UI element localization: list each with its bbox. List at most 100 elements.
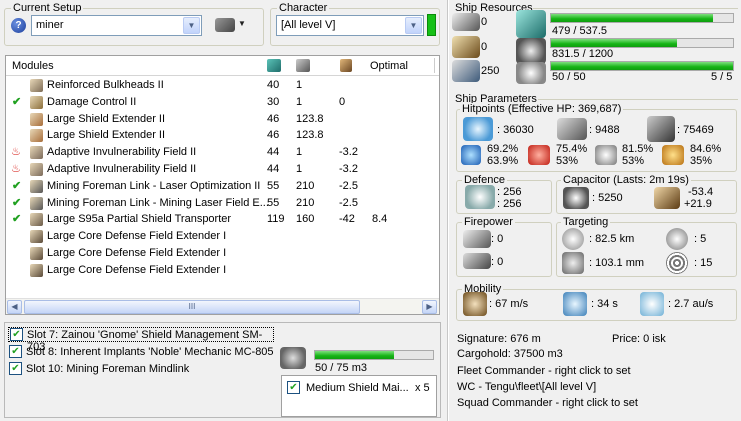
module-row[interactable]: Large Core Defense Field Extender I: [6, 245, 439, 262]
module-row[interactable]: Large Shield Extender II 46 123.8: [6, 127, 439, 144]
module-name: Large Core Defense Field Extender I: [47, 230, 227, 243]
implants-panel: ✔ Slot 7: Zainou 'Gnome' Shield Manageme…: [4, 322, 441, 418]
module-row[interactable]: Large Core Defense Field Extender I: [6, 228, 439, 245]
kinetic-resist-shield: 81.5%: [622, 143, 654, 155]
module-cpu: 40: [267, 79, 280, 91]
implant-checkbox[interactable]: ✔: [9, 345, 22, 358]
explosive-resist-armor: 35%: [690, 155, 713, 167]
scroll-thumb[interactable]: III: [24, 300, 360, 314]
module-cap: -3.2: [339, 163, 358, 175]
module-power: 123.8: [296, 112, 324, 125]
module-row[interactable]: ♨ Adaptive Invulnerability Field II 44 1 -3.…: [6, 161, 439, 178]
module-row[interactable]: ✔ Mining Foreman Link - Laser Optimizatio…: [6, 178, 439, 195]
module-cpu: 44: [267, 146, 280, 159]
overheat-fire-icon: ♨: [11, 163, 21, 175]
module-name: Large Core Defense Field Extender I: [47, 263, 227, 276]
squad-commander-text[interactable]: Squad Commander - right click to set: [457, 397, 638, 409]
character-select[interactable]: [All level V] ▼: [276, 15, 424, 36]
module-icon: [30, 179, 43, 193]
module-power: 210: [296, 196, 315, 209]
sensor-strength-icon: [666, 252, 688, 274]
modules-column-header[interactable]: Modules: [12, 60, 54, 72]
module-cap: -3.2: [339, 146, 358, 159]
overheat-fire-icon: ♨: [11, 146, 21, 159]
module-row[interactable]: ✔ Large S95a Partial Shield Transporter 11…: [6, 211, 439, 228]
cpu-icon: [516, 10, 546, 38]
kinetic-resist-armor: 53%: [622, 155, 645, 167]
drone-bandwidth-bar: [314, 350, 434, 360]
align-time: : 34 s: [591, 298, 618, 310]
modules-list[interactable]: Modules Optimal Reinforced Bulkheads II 4…: [5, 55, 440, 315]
chevron-down-icon[interactable]: ▼: [183, 17, 200, 34]
scroll-right-button[interactable]: ▶: [422, 300, 437, 314]
module-power: 160: [296, 213, 315, 226]
module-row[interactable]: Large Core Defense Field Extender I: [6, 262, 439, 279]
shield-hp-number: 36030: [503, 124, 534, 136]
module-optimal: 8.4: [372, 213, 388, 226]
resources-separator: [533, 8, 738, 9]
implant-row-2[interactable]: ✔ Slot 10: Mining Foreman Mindlink: [8, 362, 274, 377]
capacitor-column-icon[interactable]: [340, 59, 352, 72]
chevron-down-icon[interactable]: ▼: [405, 17, 422, 34]
drone-bandwidth-fill: [315, 351, 394, 359]
module-cpu: 55: [267, 196, 280, 209]
turret-dps-icon: [463, 230, 491, 248]
firepower-value-2: : 0: [491, 256, 504, 268]
drone-item-label[interactable]: Medium Shield Mai...: [306, 382, 409, 394]
help-icon[interactable]: ?: [11, 18, 26, 33]
module-icon: [30, 146, 43, 160]
power-column-icon[interactable]: [296, 59, 310, 72]
calibration-icon: [516, 62, 546, 84]
capacitor-usage-icon: [654, 187, 680, 209]
fleet-commander-text[interactable]: Fleet Commander - right click to set: [457, 365, 631, 377]
module-row[interactable]: ✔ Damage Control II 30 1 0: [6, 94, 439, 111]
module-icon: [30, 196, 43, 210]
module-name: Large Core Defense Field Extender I: [47, 247, 227, 259]
signature-text: Signature: 676 m: [457, 333, 541, 345]
warp-speed: : 2.7 au/s: [668, 298, 714, 310]
armor-hp-value: : 9488: [589, 124, 620, 136]
drones-panel: ✔ Medium Shield Mai... x 5: [281, 375, 437, 417]
optimal-column-header[interactable]: Optimal: [370, 60, 408, 72]
implant-checkbox[interactable]: ✔: [9, 362, 22, 375]
horizontal-scrollbar[interactable]: ◀ III ▶: [6, 298, 439, 314]
module-row[interactable]: ✔ Mining Foreman Link - Mining Laser Fiel…: [6, 195, 439, 212]
capacitor-title: Capacitor (Lasts: 2m 19s): [561, 174, 691, 186]
setup-select[interactable]: miner ▼: [31, 15, 202, 36]
velocity-icon: [463, 292, 487, 316]
wing-commander-text[interactable]: WC - Tengu\fleet\[All level V]: [457, 381, 596, 393]
scroll-left-button[interactable]: ◀: [7, 300, 22, 314]
current-setup-title: Current Setup: [11, 2, 84, 14]
module-icon: [30, 163, 43, 176]
module-power: 210: [296, 179, 315, 192]
implant-row-0[interactable]: ✔ Slot 7: Zainou 'Gnome' Shield Manageme…: [8, 327, 274, 353]
module-name: Adaptive Invulnerability Field II: [47, 163, 197, 175]
module-name: Large Shield Extender II: [47, 112, 166, 125]
online-check-icon: ✔: [12, 179, 22, 192]
ship-menu-icon[interactable]: [215, 18, 235, 32]
scan-resolution-icon: [562, 252, 584, 274]
online-check-icon: ✔: [12, 196, 22, 209]
cpu-column-icon[interactable]: [267, 59, 281, 72]
module-row[interactable]: Reinforced Bulkheads II 40 1: [6, 77, 439, 94]
module-name: Adaptive Invulnerability Field II: [47, 146, 197, 159]
online-check-icon: ✔: [12, 213, 22, 226]
module-icon: [30, 95, 43, 109]
implant-row-1[interactable]: ✔ Slot 8: Inherent Implants 'Noble' Mech…: [8, 345, 274, 360]
module-row[interactable]: ♨ Adaptive Invulnerability Field II 44 1 -3.…: [6, 144, 439, 161]
module-icon: [30, 213, 43, 227]
cargohold-text: Cargohold: 37500 m3: [457, 348, 563, 360]
implant-label: Slot 8: Inherent Implants 'Noble' Mechan…: [26, 346, 274, 358]
drone-checkbox[interactable]: ✔: [287, 381, 300, 394]
cpu-bar: [550, 13, 734, 23]
implant-checkbox[interactable]: ✔: [10, 328, 23, 341]
hull-hp-icon: [647, 116, 675, 142]
ship-menu-chevron-icon[interactable]: ▼: [238, 19, 246, 28]
module-row[interactable]: Large Shield Extender II 46 123.8: [6, 111, 439, 128]
drone-bay-capacity-icon: [452, 60, 480, 82]
cpu-bar-fill: [551, 14, 714, 22]
firepower-title: Firepower: [462, 216, 515, 228]
module-power: 1: [296, 146, 303, 159]
module-name: Damage Control II: [47, 95, 137, 108]
armor-hp-icon: [557, 118, 587, 140]
